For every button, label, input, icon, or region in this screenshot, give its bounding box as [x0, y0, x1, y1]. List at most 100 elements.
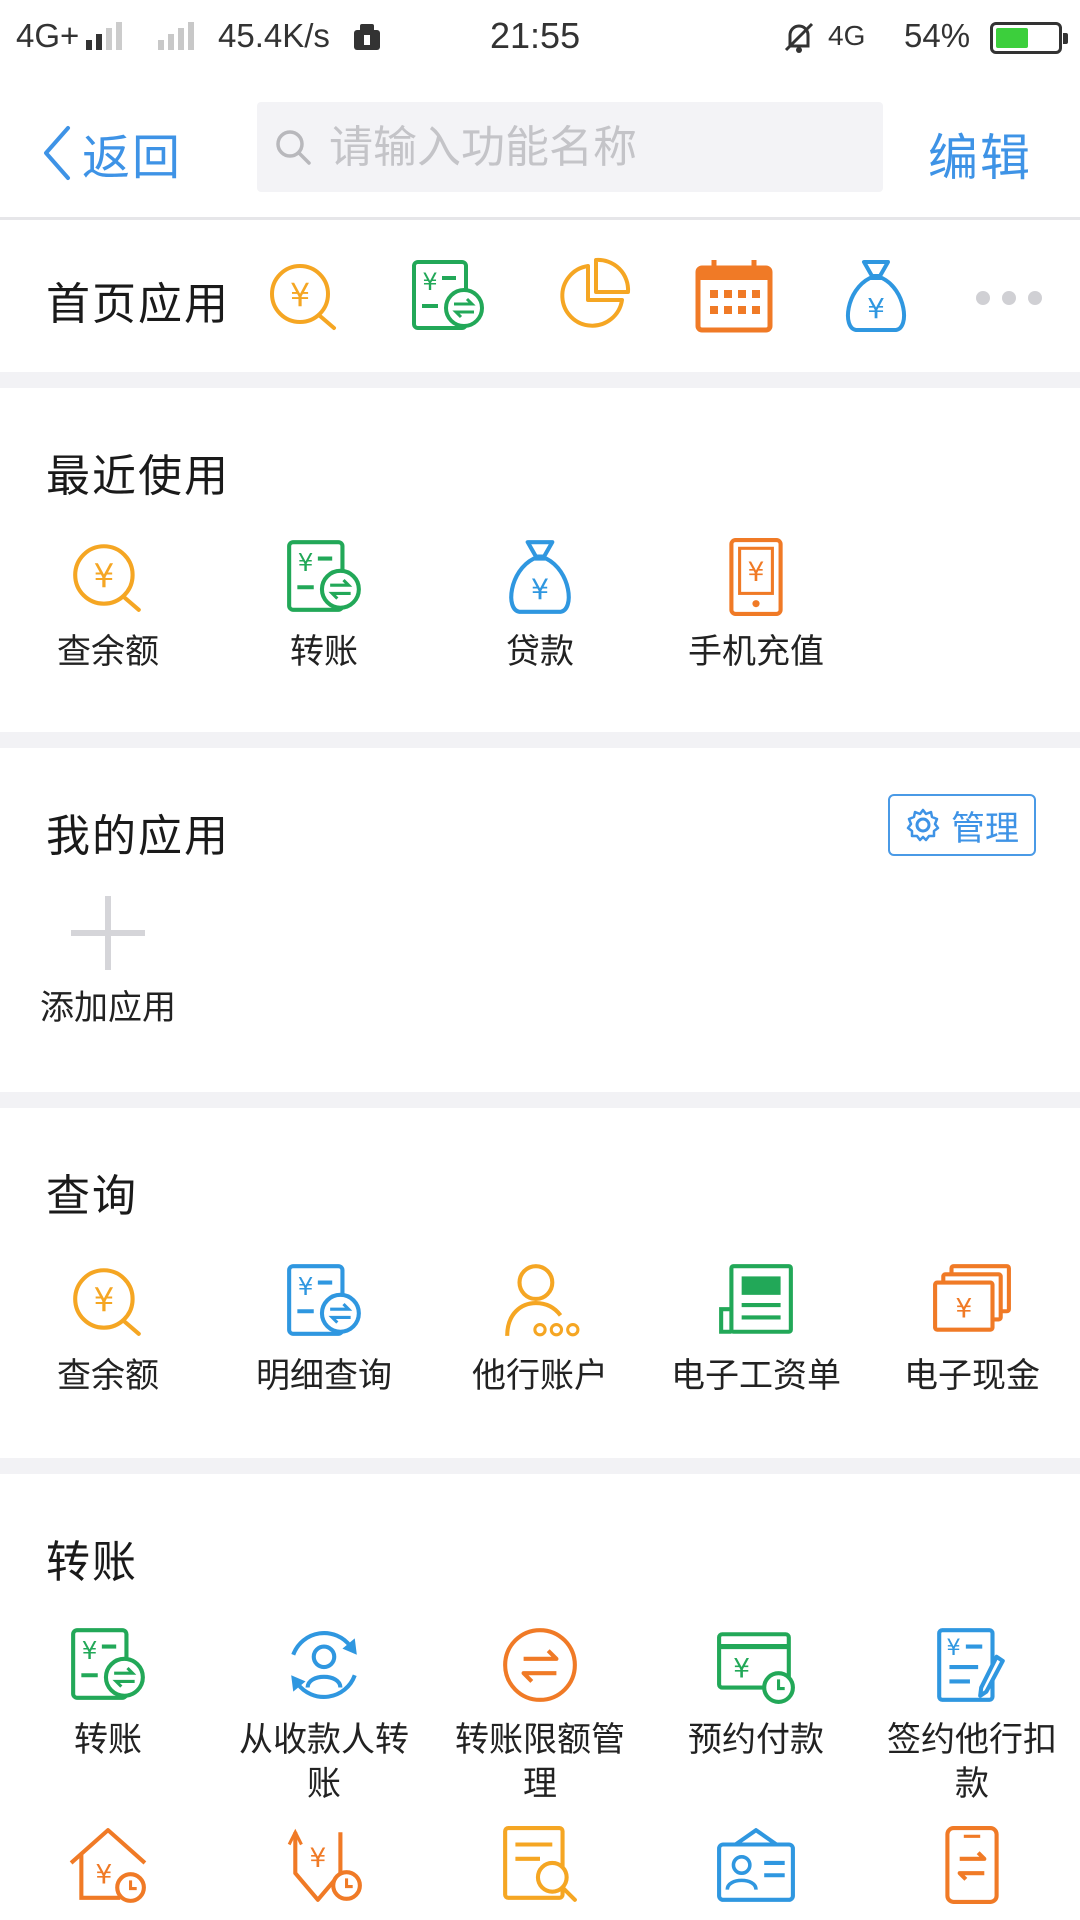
app-label: 手机充值 — [688, 632, 824, 672]
transfer-app-item[interactable]: ¥ 转账 — [0, 1624, 216, 1762]
money-bag-icon: ¥ — [499, 536, 581, 618]
svg-text:¥: ¥ — [95, 1859, 112, 1890]
manage-label: 管理 — [951, 808, 1019, 849]
home-apps-label: 首页应用 — [46, 279, 230, 330]
transfer-icon: ¥ — [67, 1624, 149, 1706]
app-label: 电子现金 — [904, 1356, 1040, 1396]
network-type-right: 4G — [828, 20, 866, 51]
recent-app-item[interactable]: ¥ 查余额 — [0, 536, 216, 674]
scheduled-payment-icon: ¥ — [715, 1624, 797, 1706]
svg-text:¥: ¥ — [290, 276, 310, 314]
query-app-item[interactable]: ¥ 电子现金 — [864, 1260, 1080, 1398]
app-label: 签约他行扣款 — [887, 1720, 1057, 1804]
transfer-icon: ¥ — [283, 536, 365, 618]
svg-text:¥: ¥ — [309, 1843, 326, 1874]
house-loan-icon: ¥ — [67, 1824, 149, 1906]
statement-icon: ¥ — [283, 1260, 365, 1342]
add-app-label: 添加应用 — [40, 988, 176, 1028]
balance-query-icon: ¥ — [67, 1260, 149, 1342]
svg-text:¥: ¥ — [298, 1272, 314, 1301]
transfer-app-item[interactable] — [864, 1824, 1080, 1906]
e-cash-icon: ¥ — [931, 1260, 1013, 1342]
recent-app-item[interactable]: ¥ 贷款 — [432, 536, 648, 674]
transfer-section: 转账 ¥ 转账 从收款人转账 转账限额管理 ¥ 预约付款 ¥ 签约他行扣款 ¥ — [0, 1474, 1080, 1920]
svg-text:¥: ¥ — [93, 1281, 114, 1319]
recent-app-item[interactable]: ¥ 转账 — [216, 536, 432, 674]
query-app-item[interactable]: ¥ 查余额 — [0, 1260, 216, 1398]
battery-percent: 54% — [904, 17, 971, 54]
payslip-icon — [715, 1260, 797, 1342]
home-apps-row: 首页应用 ¥ ¥ ¥ — [0, 220, 1080, 372]
svg-text:¥: ¥ — [946, 1635, 960, 1661]
clock: 21:55 — [490, 15, 581, 56]
svg-text:¥: ¥ — [422, 268, 437, 296]
search-input[interactable] — [329, 121, 849, 173]
battery-icon — [990, 22, 1068, 54]
more-icon[interactable] — [976, 278, 1056, 318]
pie-chart-icon[interactable] — [552, 256, 632, 336]
my-apps-title: 我的应用 — [46, 811, 230, 862]
transfer-app-item[interactable] — [648, 1824, 864, 1906]
transfer-app-item[interactable] — [432, 1824, 648, 1906]
balance-query-icon: ¥ — [67, 536, 149, 618]
network-type-left: 4G+ — [16, 17, 80, 54]
app-label: 电子工资单 — [671, 1356, 841, 1396]
back-button[interactable]: 返回 — [40, 118, 182, 188]
app-label: 查余额 — [57, 632, 159, 672]
transfer-app-item[interactable]: ¥ — [0, 1824, 216, 1906]
transfer-icon[interactable]: ¥ — [408, 256, 488, 336]
svg-text:¥: ¥ — [867, 292, 885, 325]
search-box[interactable] — [257, 102, 883, 192]
transfer-app-item[interactable]: 转账限额管理 — [432, 1624, 648, 1806]
status-bar: 4G+ 45.4K/s 21:55 4G 54% — [0, 0, 1080, 74]
mute-bell-icon — [784, 22, 814, 53]
transfer-app-item[interactable]: ¥ 预约付款 — [648, 1624, 864, 1762]
svg-text:¥: ¥ — [93, 557, 114, 595]
svg-text:¥: ¥ — [955, 1293, 972, 1324]
svg-text:¥: ¥ — [82, 1636, 98, 1665]
transfer-title: 转账 — [46, 1537, 138, 1588]
query-title: 查询 — [46, 1171, 138, 1222]
divider — [0, 1092, 1080, 1108]
query-section: 查询 ¥ 查余额 ¥ 明细查询 他行账户 电子工资单 ¥ 电子现金 — [0, 1108, 1080, 1458]
app-label: 转账 — [290, 632, 358, 672]
query-app-item[interactable]: ¥ 明细查询 — [216, 1260, 432, 1398]
plus-icon — [67, 892, 149, 974]
back-label: 返回 — [82, 130, 183, 186]
balance-query-icon[interactable]: ¥ — [264, 256, 344, 336]
other-bank-account-icon — [499, 1260, 581, 1342]
add-app-button[interactable]: 添加应用 — [0, 892, 216, 1030]
app-notification-icon — [354, 24, 380, 50]
svg-text:¥: ¥ — [748, 557, 765, 588]
top-nav-bar: 返回 编辑 — [0, 74, 1080, 220]
transfer-app-item[interactable]: ¥ 签约他行扣款 — [864, 1624, 1080, 1806]
app-label: 预约付款 — [688, 1720, 824, 1760]
signal-icon — [86, 22, 122, 50]
query-app-item[interactable]: 他行账户 — [432, 1260, 648, 1398]
money-bag-icon[interactable]: ¥ — [836, 256, 916, 336]
calendar-icon[interactable] — [694, 256, 774, 336]
app-label: 他行账户 — [472, 1356, 608, 1396]
edit-button[interactable]: 编辑 — [928, 118, 1032, 190]
svg-text:¥: ¥ — [531, 573, 549, 607]
app-label: 从收款人转账 — [239, 1720, 409, 1804]
transfer-app-item[interactable]: 从收款人转账 — [216, 1624, 432, 1806]
network-speed: 45.4K/s — [218, 17, 330, 54]
transfer-app-item[interactable]: ¥ — [216, 1824, 432, 1906]
gear-icon — [906, 808, 940, 842]
chevron-left-icon — [44, 126, 70, 180]
app-label: 转账限额管理 — [455, 1720, 625, 1804]
recent-section: 最近使用 ¥ 查余额 ¥ 转账 ¥ 贷款 ¥ 手机充值 — [0, 388, 1080, 732]
svg-text:¥: ¥ — [733, 1653, 750, 1684]
divider — [0, 1458, 1080, 1474]
transfer-limit-icon — [499, 1624, 581, 1706]
app-label: 转账 — [74, 1720, 142, 1760]
svg-text:¥: ¥ — [298, 548, 314, 577]
query-app-item[interactable]: 电子工资单 — [648, 1260, 864, 1398]
recent-app-item[interactable]: ¥ 手机充值 — [648, 536, 864, 674]
phone-transfer-icon — [931, 1824, 1013, 1906]
manage-button[interactable]: 管理 — [888, 794, 1036, 856]
id-card-icon — [715, 1824, 797, 1906]
recent-title: 最近使用 — [46, 451, 230, 502]
app-label: 明细查询 — [256, 1356, 392, 1396]
